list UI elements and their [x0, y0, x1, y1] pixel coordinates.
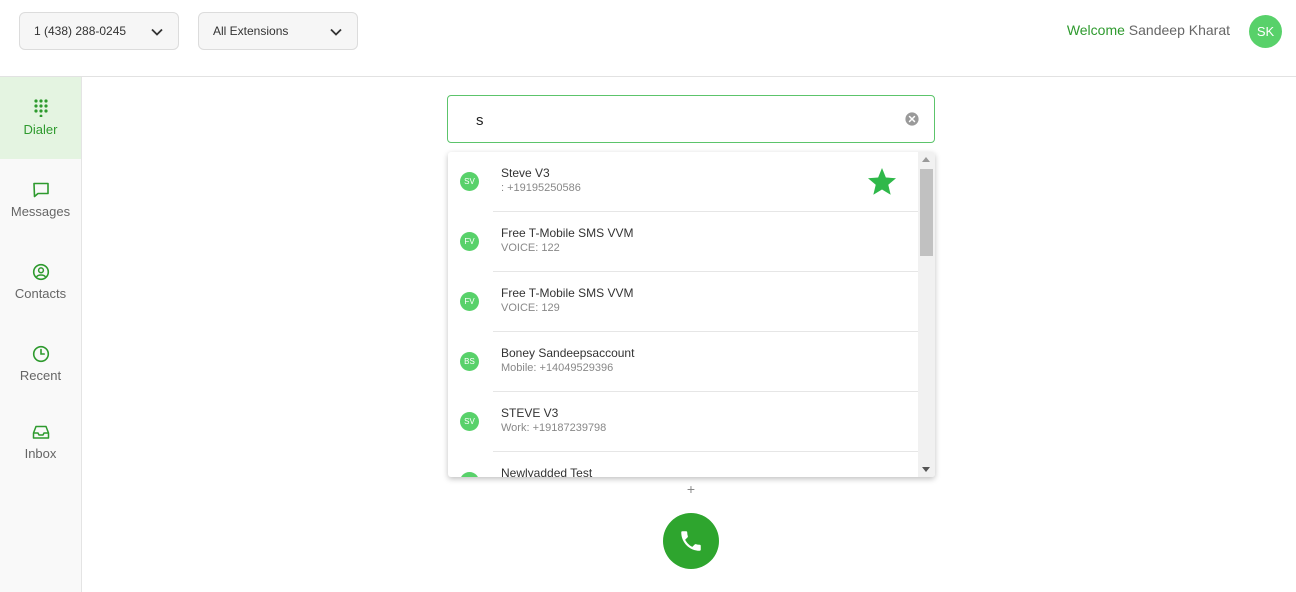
plus-button[interactable]: +	[684, 481, 698, 497]
phone-number-select[interactable]: 1 (438) 288-0245	[19, 12, 179, 50]
contact-avatar: FV	[460, 292, 479, 311]
message-icon	[32, 182, 49, 198]
extension-select-value: All Extensions	[213, 24, 289, 38]
contact-detail: Mobile: +14049529396	[501, 362, 614, 374]
sidebar-item-dialer[interactable]: Dialer	[0, 77, 81, 159]
list-item[interactable]: BS Boney Sandeepsaccount Mobile: +140495…	[448, 332, 918, 392]
sidebar-item-label: Messages	[10, 204, 71, 219]
contact-icon	[32, 263, 49, 281]
list-item[interactable]: FV Free T-Mobile SMS VVM VOICE: 122	[448, 212, 918, 272]
contact-detail: : +19195250586	[501, 182, 581, 194]
sidebar-item-label: Inbox	[24, 446, 57, 461]
contact-detail: VOICE: 129	[501, 302, 560, 314]
contact-avatar: NT	[460, 472, 479, 477]
contact-detail: Work: +19187239798	[501, 422, 607, 434]
sidebar: Dialer Messages Contacts Recent Inbox	[0, 77, 82, 592]
scroll-thumb[interactable]	[920, 169, 933, 256]
scroll-down-arrow-icon[interactable]	[922, 467, 930, 472]
sidebar-item-label: Recent	[19, 368, 62, 383]
sidebar-item-label: Contacts	[14, 286, 67, 301]
welcome-text: Welcome Sandeep Kharat	[1067, 22, 1230, 38]
contact-name: Newlyadded Test	[501, 466, 593, 477]
search-input[interactable]	[476, 108, 896, 132]
contact-avatar: SV	[460, 172, 479, 191]
scrollbar[interactable]	[918, 152, 935, 477]
user-name: Sandeep Kharat	[1128, 22, 1230, 38]
scroll-up-arrow-icon[interactable]	[922, 157, 930, 162]
phone-icon	[681, 531, 701, 551]
list-item[interactable]: SV Steve V3 : +19195250586	[448, 152, 918, 212]
list-item[interactable]: SV STEVE V3 Work: +19187239798	[448, 392, 918, 452]
contact-avatar: FV	[460, 232, 479, 251]
sidebar-item-label: Dialer	[23, 122, 58, 137]
contact-name: Free T-Mobile SMS VVM	[501, 226, 634, 240]
contact-avatar: BS	[460, 352, 479, 371]
sidebar-item-contacts[interactable]: Contacts	[0, 241, 81, 323]
contact-name: Boney Sandeepsaccount	[501, 346, 635, 360]
sidebar-item-messages[interactable]: Messages	[0, 159, 81, 241]
user-avatar[interactable]: SK	[1249, 15, 1282, 48]
inbox-icon	[32, 425, 49, 439]
clear-icon[interactable]	[905, 112, 919, 126]
dialpad-icon	[33, 99, 48, 117]
contact-name: Steve V3	[501, 166, 550, 180]
star-icon[interactable]	[866, 166, 898, 198]
contact-results-list: SV Steve V3 : +19195250586 FV Free T-Mob…	[448, 152, 918, 477]
chevron-down-icon	[151, 28, 163, 36]
list-item[interactable]: NT Newlyadded Test	[448, 452, 918, 477]
search-box	[447, 95, 935, 143]
call-button[interactable]	[663, 513, 719, 569]
contact-detail: VOICE: 122	[501, 242, 560, 254]
clock-icon	[32, 345, 49, 363]
chevron-down-icon	[330, 28, 342, 36]
phone-number-select-value: 1 (438) 288-0245	[34, 24, 127, 38]
sidebar-item-inbox[interactable]: Inbox	[0, 401, 81, 483]
contact-name: Free T-Mobile SMS VVM	[501, 286, 634, 300]
contact-name: STEVE V3	[501, 406, 559, 420]
top-bar: 1 (438) 288-0245 All Extensions Welcome …	[0, 0, 1296, 77]
contact-results-dropdown: SV Steve V3 : +19195250586 FV Free T-Mob…	[448, 152, 935, 477]
list-item[interactable]: FV Free T-Mobile SMS VVM VOICE: 129	[448, 272, 918, 332]
sidebar-item-recent[interactable]: Recent	[0, 323, 81, 405]
welcome-label: Welcome	[1066, 22, 1125, 38]
extension-select[interactable]: All Extensions	[198, 12, 358, 50]
contact-avatar: SV	[460, 412, 479, 431]
